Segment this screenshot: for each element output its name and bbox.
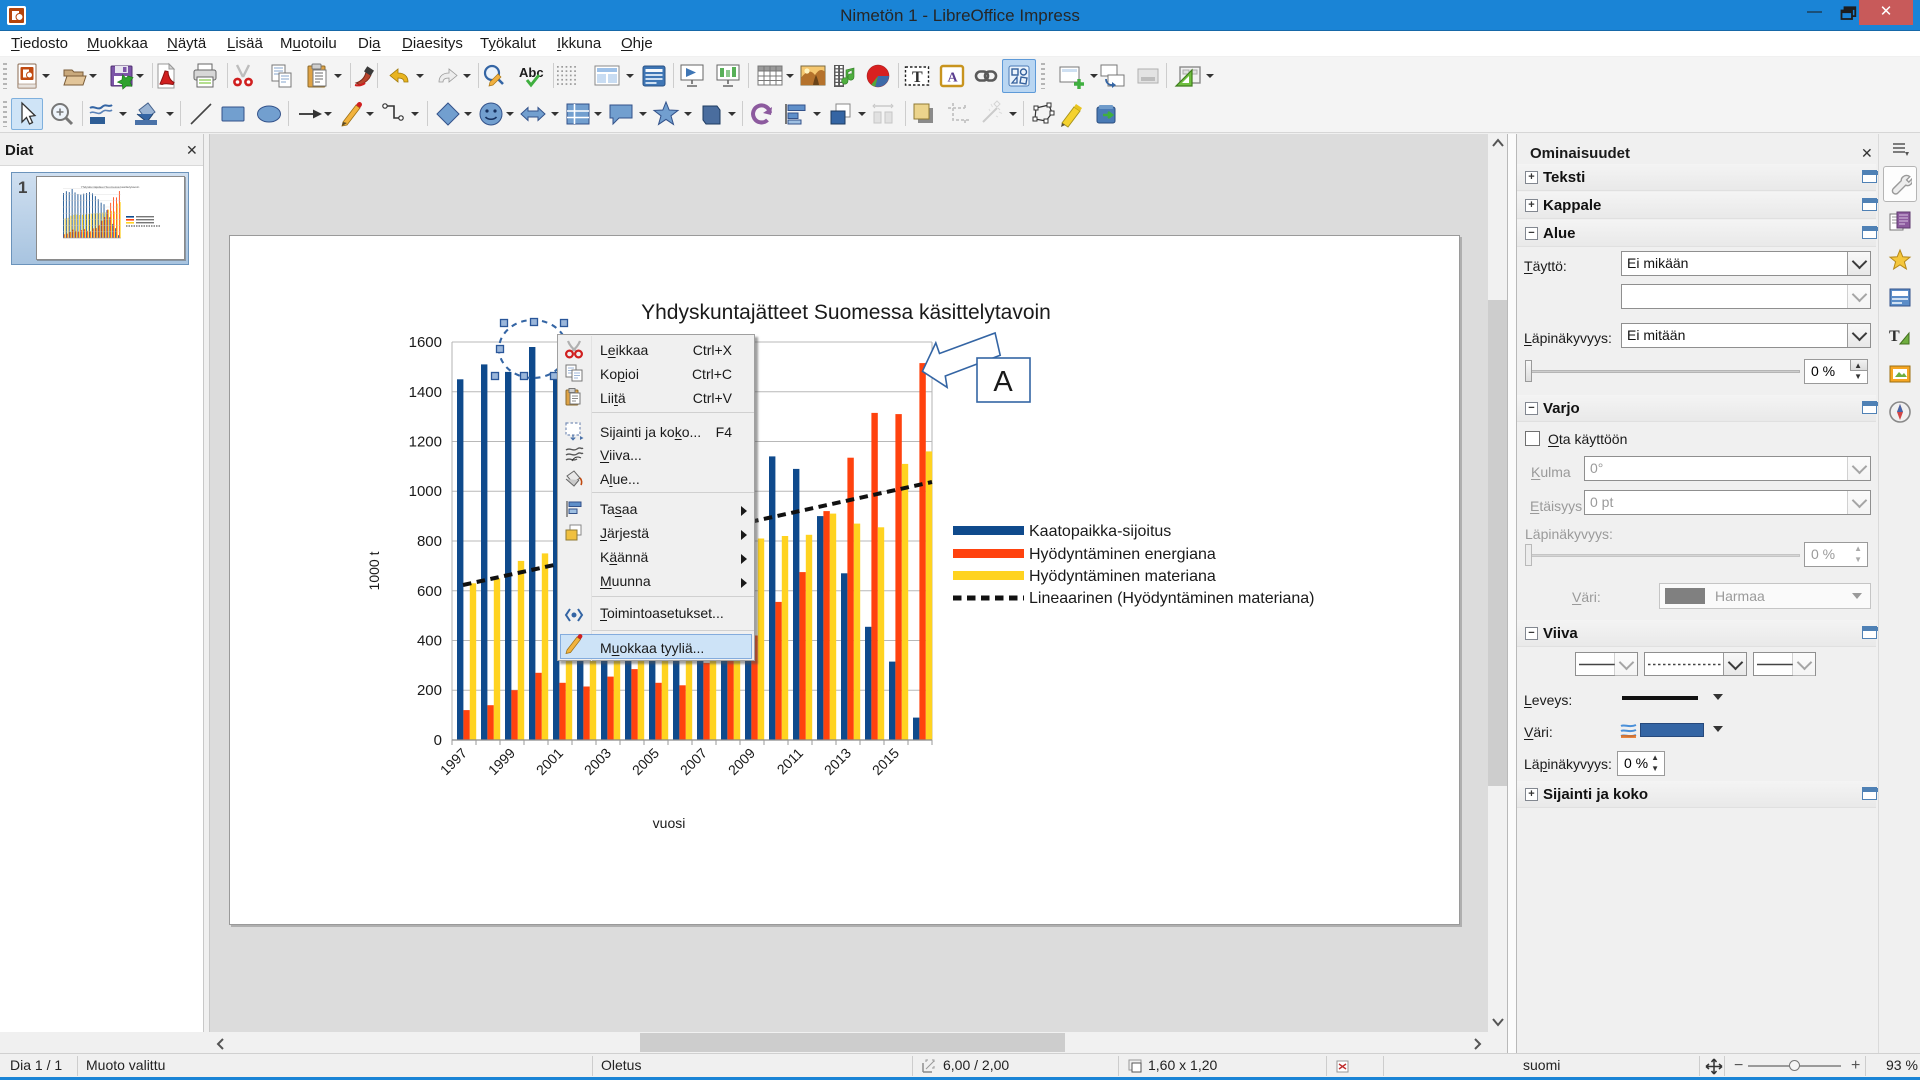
svg-text:T: T xyxy=(912,69,923,86)
svg-text:A: A xyxy=(993,366,1013,398)
svg-text:A: A xyxy=(948,71,959,86)
svg-text:T: T xyxy=(1889,328,1900,345)
svg-text:Abc: Abc xyxy=(519,65,544,80)
